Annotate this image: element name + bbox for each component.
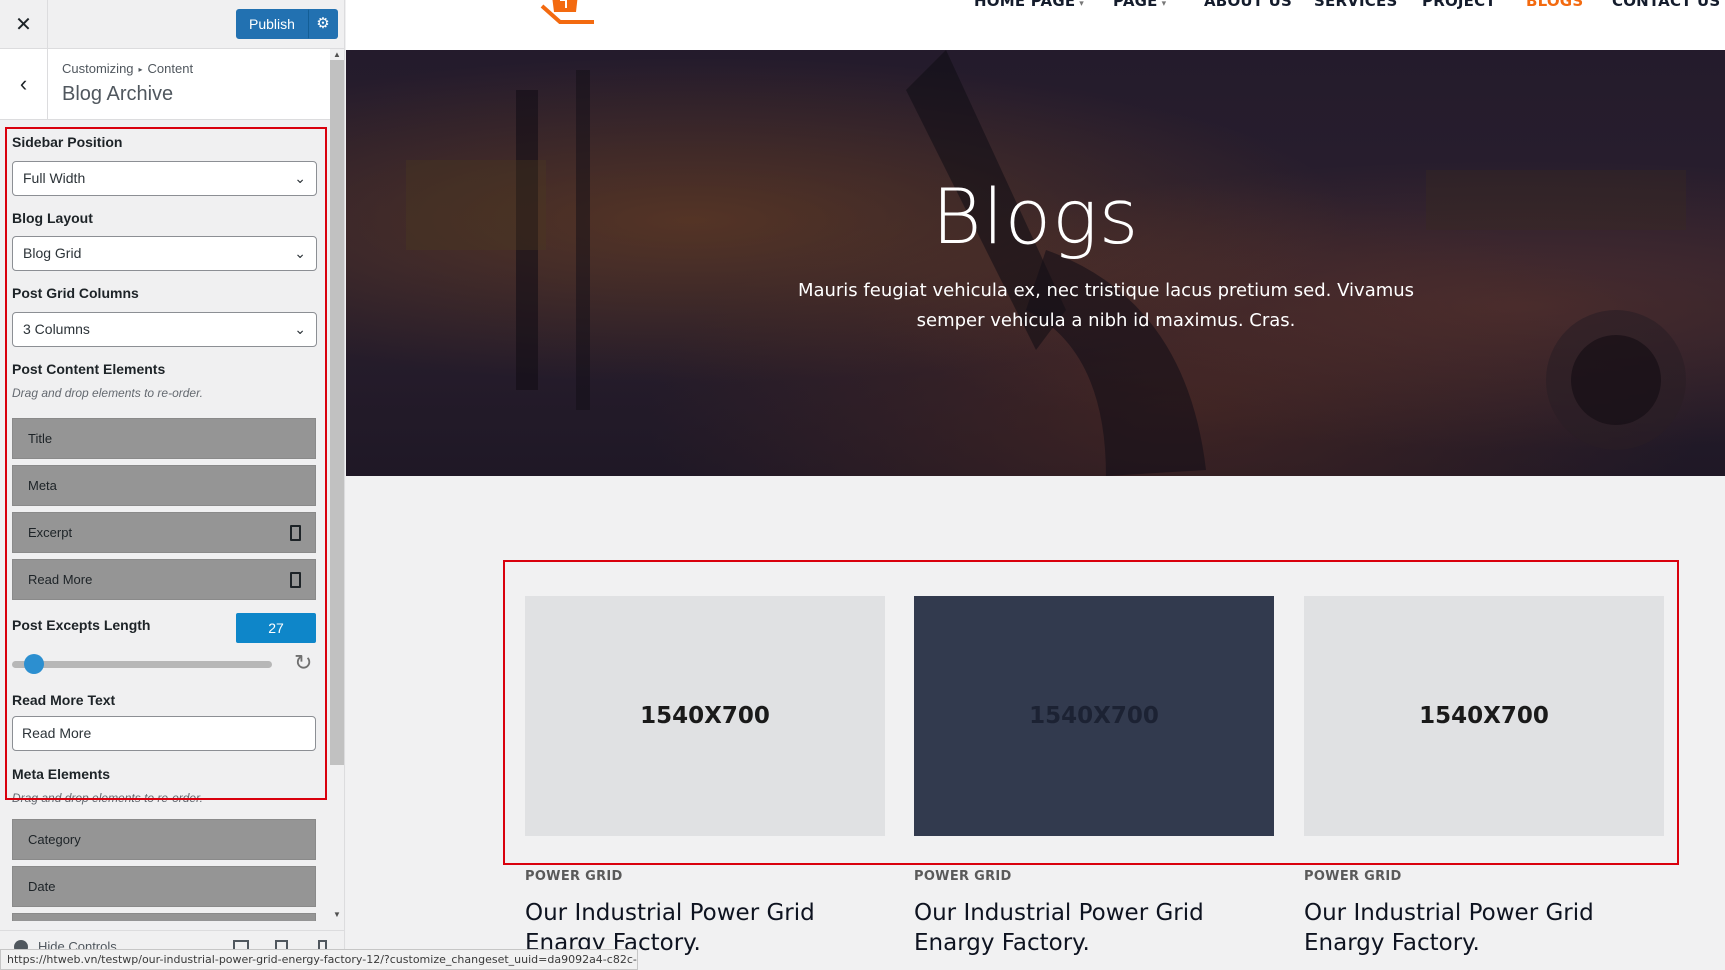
breadcrumb-root: Customizing bbox=[62, 61, 134, 76]
sortable-item-category[interactable]: Category bbox=[12, 819, 316, 860]
post-category-link[interactable]: POWER GRID bbox=[914, 869, 1012, 884]
hero-background-image bbox=[406, 50, 1686, 476]
scrollbar-thumb[interactable] bbox=[330, 60, 344, 765]
sortable-item-label: Category bbox=[28, 832, 81, 847]
section-title: Blog Archive bbox=[62, 83, 174, 105]
nav-item-project[interactable]: PROJECT bbox=[1422, 0, 1496, 10]
customizer-header: ✕ Publish ⚙ bbox=[0, 0, 344, 49]
sortable-item-date[interactable]: Date bbox=[12, 866, 316, 907]
sortable-item-partial[interactable] bbox=[12, 913, 316, 921]
nav-item-label: PAGE bbox=[1113, 0, 1158, 10]
publish-group: Publish ⚙ bbox=[236, 9, 338, 39]
gear-icon[interactable]: ⚙ bbox=[307, 9, 338, 39]
post-thumbnail[interactable]: 1540X700 bbox=[525, 596, 885, 836]
hero-subtitle: Mauris feugiat vehicula ex, nec tristiqu… bbox=[797, 280, 1415, 331]
nav-item-home-page[interactable]: HOME PAGE ▾ bbox=[974, 0, 1084, 10]
nav-item-contact-us[interactable]: CONTACT US bbox=[1612, 0, 1720, 10]
nav-item-page[interactable]: PAGE ▾ bbox=[1113, 0, 1166, 10]
site-logo[interactable] bbox=[538, 0, 608, 30]
publish-button[interactable]: Publish bbox=[236, 9, 308, 39]
section-header: ‹ Customizing ▸ Content Blog Archive bbox=[0, 49, 330, 120]
scroll-down-icon[interactable]: ▼ bbox=[333, 910, 341, 919]
scroll-up-icon[interactable]: ▲ bbox=[333, 50, 341, 59]
nav-item-label: HOME PAGE bbox=[974, 0, 1076, 10]
post-title-link[interactable]: Our Industrial Power Grid Enargy Factory… bbox=[1304, 898, 1664, 958]
highlight-box bbox=[5, 127, 327, 800]
customizer-panel: ✕ Publish ⚙ ‹ Customizing ▸ Content Blog A… bbox=[0, 0, 345, 970]
post-category-link[interactable]: POWER GRID bbox=[525, 869, 623, 884]
nav-item-label: BLOGS bbox=[1526, 0, 1584, 10]
chevron-down-icon: ▾ bbox=[1079, 0, 1085, 9]
back-arrow-icon[interactable]: ‹ bbox=[0, 49, 48, 119]
sortable-item-label: Date bbox=[28, 879, 56, 894]
breadcrumb-section: Content bbox=[147, 61, 194, 76]
breadcrumb-separator-icon: ▸ bbox=[138, 65, 143, 74]
nav-item-label: ABOUT US bbox=[1204, 0, 1293, 10]
browser-status-url: https://htweb.vn/testwp/our-industrial-p… bbox=[0, 949, 638, 970]
nav-item-label: CONTACT US bbox=[1612, 0, 1721, 10]
nav-item-blogs[interactable]: BLOGS bbox=[1526, 0, 1583, 10]
hero-title: Blogs bbox=[931, 172, 1140, 261]
post-title-link[interactable]: Our Industrial Power Grid Enargy Factory… bbox=[914, 898, 1274, 958]
nav-item-about-us[interactable]: ABOUT US bbox=[1204, 0, 1292, 10]
post-thumbnail[interactable]: 1540X700 bbox=[1304, 596, 1664, 836]
post-thumbnail[interactable]: 1540X700 bbox=[914, 596, 1274, 836]
nav-item-label: PROJECT bbox=[1422, 0, 1496, 10]
close-icon[interactable]: ✕ bbox=[0, 0, 48, 48]
nav-item-label: SERVICES bbox=[1314, 0, 1398, 10]
post-category-link[interactable]: POWER GRID bbox=[1304, 869, 1402, 884]
nav-item-services[interactable]: SERVICES bbox=[1314, 0, 1397, 10]
site-preview: HOME PAGE ▾ PAGE ▾ ABOUT US SERVICES PROJE… bbox=[346, 0, 1725, 970]
hero-banner: Blogs Mauris feugiat vehicula ex, nec tr… bbox=[346, 50, 1725, 476]
breadcrumb: Customizing ▸ Content bbox=[62, 61, 193, 76]
site-header: HOME PAGE ▾ PAGE ▾ ABOUT US SERVICES PROJE… bbox=[346, 0, 1725, 50]
chevron-down-icon: ▾ bbox=[1161, 0, 1167, 9]
